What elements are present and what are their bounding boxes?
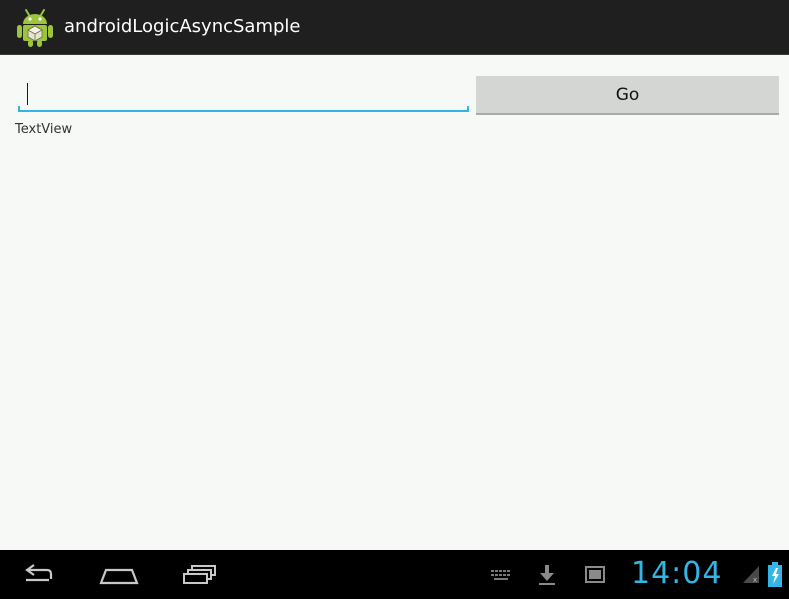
input-underline — [18, 106, 469, 112]
text-input[interactable] — [18, 76, 469, 110]
screenshot-icon — [585, 566, 605, 583]
back-icon[interactable] — [14, 550, 64, 599]
keyboard-icon — [491, 570, 510, 580]
android-robot-icon — [17, 9, 53, 47]
go-button[interactable]: Go — [476, 76, 779, 115]
download-icon — [539, 565, 555, 585]
svg-text:x: x — [753, 576, 757, 584]
action-bar: androidLogicAsyncSample — [0, 0, 789, 55]
battery-charging-icon — [768, 562, 782, 587]
signal-icon: x — [743, 566, 759, 584]
status-clock: 14:04 — [631, 556, 723, 591]
text-cursor — [27, 83, 28, 105]
app-title: androidLogicAsyncSample — [64, 16, 301, 37]
home-icon[interactable] — [96, 550, 142, 599]
text-input-container[interactable] — [18, 76, 469, 112]
textview-label: TextView — [15, 122, 73, 137]
main-content — [0, 55, 789, 550]
recent-apps-icon[interactable] — [176, 550, 222, 599]
